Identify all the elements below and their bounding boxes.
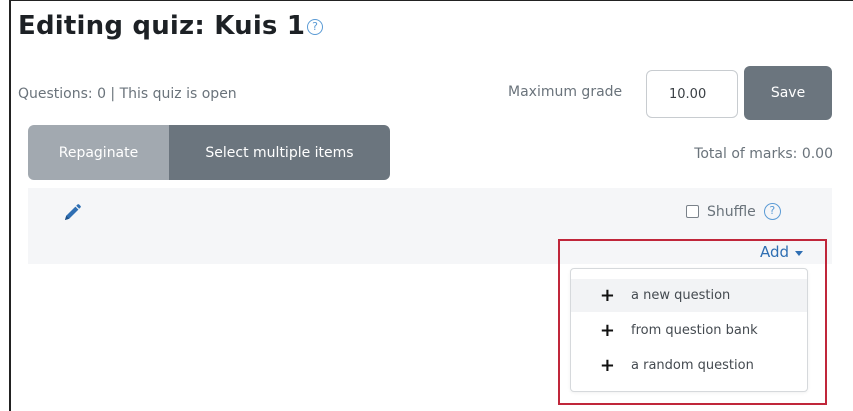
- menu-item-label: a new question: [631, 288, 731, 303]
- menu-item-random-question[interactable]: + a random question: [571, 349, 807, 382]
- plus-icon: +: [599, 320, 615, 341]
- shuffle-label: Shuffle: [707, 203, 756, 220]
- save-button[interactable]: Save: [744, 66, 832, 120]
- total-marks-text: Total of marks: 0.00: [694, 146, 833, 162]
- menu-item-label: from question bank: [631, 323, 758, 338]
- quiz-status-text: Questions: 0 | This quiz is open: [18, 86, 237, 102]
- shuffle-checkbox[interactable]: [686, 205, 699, 218]
- toolbar-button-group: Repaginate Select multiple items: [28, 125, 390, 180]
- repaginate-button[interactable]: Repaginate: [28, 125, 169, 180]
- shuffle-help-icon[interactable]: ?: [763, 203, 781, 220]
- menu-item-from-question-bank[interactable]: + from question bank: [571, 314, 807, 347]
- plus-icon: +: [599, 355, 615, 376]
- help-icon[interactable]: ?: [307, 18, 324, 35]
- add-label: Add: [760, 243, 790, 261]
- add-dropdown-toggle[interactable]: Add: [760, 243, 804, 261]
- page-title-text: Editing quiz: Kuis 1: [18, 11, 306, 41]
- maximum-grade-label: Maximum grade: [508, 84, 623, 100]
- menu-item-label: a random question: [631, 358, 754, 373]
- plus-icon: +: [599, 285, 615, 306]
- page-title: Editing quiz: Kuis 1?: [18, 11, 324, 41]
- menu-item-new-question[interactable]: + a new question: [571, 279, 807, 312]
- shuffle-control[interactable]: Shuffle ?: [686, 203, 781, 220]
- caret-down-icon: [795, 251, 804, 256]
- maximum-grade-input[interactable]: [646, 70, 738, 118]
- add-dropdown-menu: + a new question + from question bank + …: [570, 268, 808, 392]
- select-multiple-items-button[interactable]: Select multiple items: [169, 125, 390, 180]
- pencil-icon[interactable]: [62, 203, 82, 223]
